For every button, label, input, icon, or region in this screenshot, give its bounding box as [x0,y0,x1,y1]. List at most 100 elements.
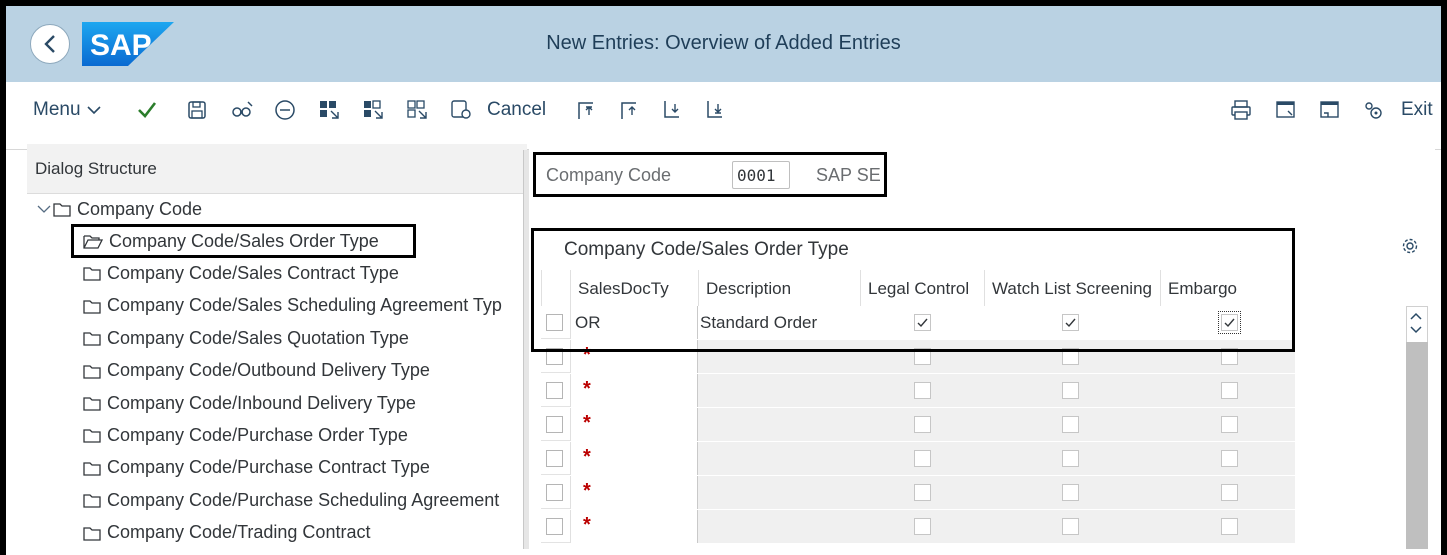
company-code-header: Company Code 0001 SAP SE [533,152,887,197]
embargo-checkbox[interactable] [1221,450,1238,467]
row-select-box[interactable] [546,314,563,331]
tree-item[interactable]: Company Code/Outbound Delivery Type [83,355,523,387]
enter-button[interactable] [136,96,158,124]
row-selector[interactable] [541,374,570,407]
previous-page-button[interactable] [619,96,641,124]
tree-item[interactable]: Company Code/Sales Order Type [83,225,523,257]
row-select-box[interactable] [546,450,563,467]
legal-control-checkbox[interactable] [914,314,931,331]
watch-list-screening-checkbox[interactable] [1062,484,1079,501]
column-header-watch-list-screening[interactable]: Watch List Screening [984,270,1160,306]
menu-button[interactable]: Menu [33,96,102,124]
row-select-box[interactable] [546,348,563,365]
delete-button[interactable] [274,96,296,124]
row-fields [698,476,1295,509]
folder-icon [83,332,101,346]
last-page-button[interactable] [705,96,727,124]
legal-control-checkbox[interactable] [914,518,931,535]
column-header-description[interactable]: Description [698,270,860,306]
folder-icon [83,526,101,541]
salesdocty-cell[interactable]: * [570,476,698,509]
select-column-header[interactable] [541,270,570,306]
dialog-structure-title: Dialog Structure [35,159,157,178]
required-marker: * [583,378,591,400]
help-button[interactable] [1362,96,1384,124]
tree-item[interactable]: Company Code/Sales Scheduling Agreement … [83,290,523,322]
next-page-button[interactable] [662,96,684,124]
embargo-checkbox[interactable] [1221,484,1238,501]
folder-icon [83,267,101,282]
embargo-checkbox[interactable] [1221,416,1238,433]
gear-icon[interactable] [1401,237,1419,255]
row-selector[interactable] [541,442,570,475]
legal-control-checkbox[interactable] [914,348,931,365]
select-block-button[interactable] [362,96,386,124]
salesdocty-cell[interactable]: OR [570,306,698,339]
cancel-button[interactable]: Cancel [487,96,546,124]
save-button[interactable] [187,96,207,124]
window-minimize-button[interactable] [1319,96,1341,124]
legal-control-checkbox[interactable] [914,450,931,467]
company-code-field[interactable]: 0001 [732,161,790,189]
salesdocty-cell[interactable]: * [570,510,698,543]
tree-root-label: Company Code [77,198,203,219]
salesdocty-cell[interactable]: * [570,340,698,373]
company-code-label: Company Code [546,165,672,185]
new-window-button[interactable] [1275,96,1297,124]
row-selector[interactable] [541,408,570,441]
table-row: * [541,340,1295,373]
legal-control-checkbox[interactable] [914,416,931,433]
save-icon [188,101,206,119]
select-all-button[interactable] [318,96,342,124]
row-selector[interactable] [541,306,570,339]
salesdocty-cell[interactable]: * [570,408,698,441]
exit-button[interactable]: Exit [1401,96,1433,124]
legal-control-checkbox[interactable] [914,382,931,399]
embargo-checkbox[interactable] [1218,311,1241,334]
scrollbar-thumb[interactable] [1406,342,1428,549]
tree-item[interactable]: Company Code/Purchase Contract Type [83,452,523,484]
row-selector[interactable] [541,340,570,373]
first-page-button[interactable] [576,96,598,124]
configure-button[interactable] [450,96,474,124]
tree-item[interactable]: Company Code/Sales Contract Type [83,257,523,289]
watch-list-screening-checkbox[interactable] [1062,518,1079,535]
watch-list-screening-checkbox[interactable] [1062,416,1079,433]
legal-control-checkbox[interactable] [914,484,931,501]
tree-item[interactable]: Company Code/Inbound Delivery Type [83,387,523,419]
row-select-box[interactable] [546,484,563,501]
embargo-checkbox[interactable] [1221,518,1238,535]
row-select-box[interactable] [546,416,563,433]
row-select-box[interactable] [546,518,563,535]
salesdocty-cell[interactable]: * [570,374,698,407]
checkmark-icon [1065,318,1076,328]
embargo-checkbox[interactable] [1221,382,1238,399]
row-selector[interactable] [541,476,570,509]
cancel-label: Cancel [487,99,547,120]
tree-item[interactable]: Company Code/Purchase Order Type [83,419,523,451]
salesdocty-cell[interactable]: * [570,442,698,475]
tree-item[interactable]: Company Code/Sales Quotation Type [83,322,523,354]
row-selector[interactable] [541,510,570,543]
scroll-arrows-icon[interactable] [1408,310,1424,336]
deselect-all-button[interactable] [406,96,430,124]
column-header-embargo[interactable]: Embargo [1160,270,1295,306]
tree-root-company-code[interactable]: Company Code [37,193,202,225]
watch-list-screening-checkbox[interactable] [1062,314,1079,331]
deselect-all-icon [407,100,427,119]
watch-list-screening-checkbox[interactable] [1062,348,1079,365]
column-header-legal-control[interactable]: Legal Control [860,270,984,306]
column-header-salesdocty[interactable]: SalesDocTy [570,270,698,306]
next-page-icon [664,101,679,118]
tree-item[interactable]: Company Code/Trading Contract [83,517,523,549]
row-select-box[interactable] [546,382,563,399]
watch-list-screening-checkbox[interactable] [1062,450,1079,467]
minus-circle-icon [275,100,295,120]
tree-item-label: Company Code/Sales Order Type [109,230,379,251]
find-icon [232,101,253,117]
watch-list-screening-checkbox[interactable] [1062,382,1079,399]
tree-item[interactable]: Company Code/Purchase Scheduling Agreeme… [83,484,523,516]
print-button[interactable] [1230,96,1252,124]
find-button[interactable] [230,96,254,124]
embargo-checkbox[interactable] [1221,348,1238,365]
